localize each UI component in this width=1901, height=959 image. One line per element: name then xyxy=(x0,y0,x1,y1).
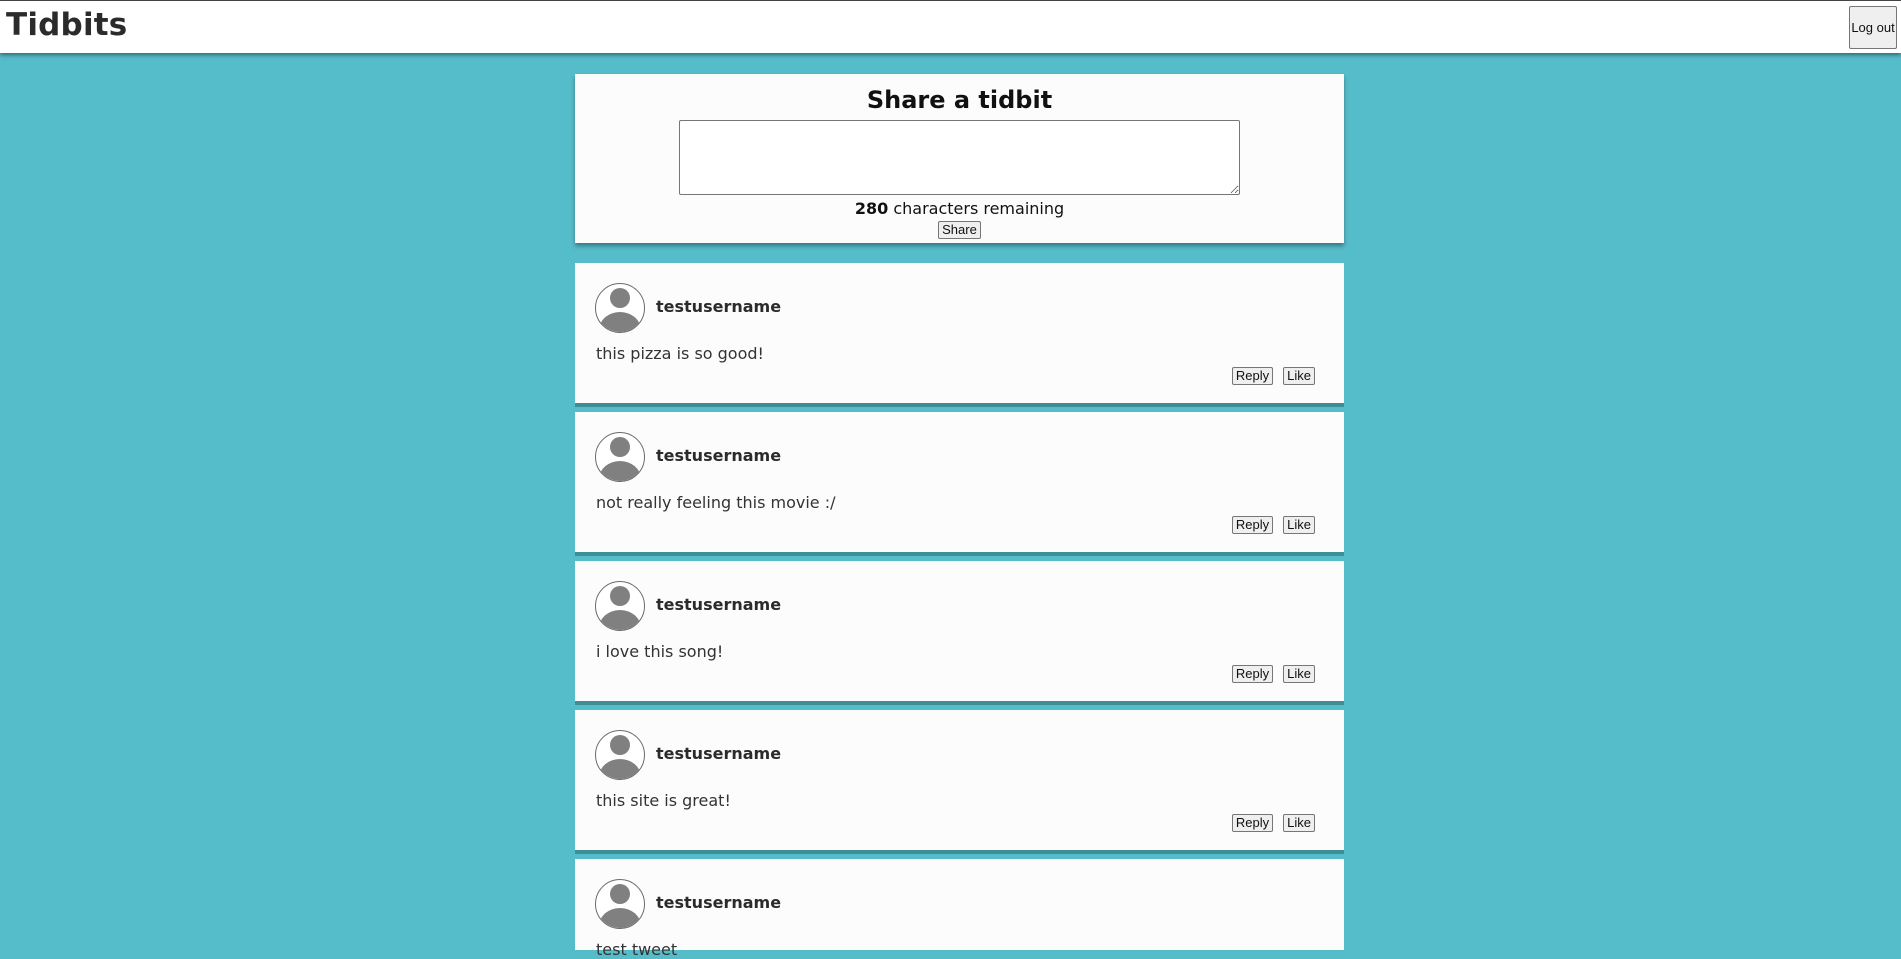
post-actions: Reply Like xyxy=(1231,367,1315,385)
post-text: not really feeling this movie :/ xyxy=(596,493,836,512)
user-avatar-icon xyxy=(595,879,645,929)
like-button[interactable]: Like xyxy=(1283,516,1315,534)
app-title: Tidbits xyxy=(6,7,128,43)
post-card: testusername test tweet xyxy=(575,859,1344,959)
user-avatar-icon xyxy=(595,432,645,482)
post-username[interactable]: testusername xyxy=(656,297,781,316)
post-username[interactable]: testusername xyxy=(656,446,781,465)
like-button[interactable]: Like xyxy=(1283,665,1315,683)
user-avatar-icon xyxy=(595,581,645,631)
post-text: this pizza is so good! xyxy=(596,344,764,363)
reply-button[interactable]: Reply xyxy=(1231,814,1274,832)
post-actions: Reply Like xyxy=(1231,814,1315,832)
top-nav-bar: Tidbits Log out xyxy=(0,0,1901,53)
remaining-count: 280 xyxy=(854,199,889,218)
reply-button[interactable]: Reply xyxy=(1231,367,1274,385)
user-avatar-icon xyxy=(595,730,645,780)
compose-title: Share a tidbit xyxy=(866,86,1053,114)
characters-remaining: 280 characters remaining xyxy=(575,199,1344,219)
like-button[interactable]: Like xyxy=(1283,814,1315,832)
post-actions: Reply Like xyxy=(1231,516,1315,534)
post-text: this site is great! xyxy=(596,791,731,810)
share-button[interactable]: Share xyxy=(938,221,981,239)
post-username[interactable]: testusername xyxy=(656,893,781,912)
post-text: i love this song! xyxy=(596,642,724,661)
reply-button[interactable]: Reply xyxy=(1231,516,1274,534)
post-card: testusername this pizza is so good! Repl… xyxy=(575,263,1344,407)
post-card: testusername not really feeling this mov… xyxy=(575,412,1344,556)
like-button[interactable]: Like xyxy=(1283,367,1315,385)
tidbit-input[interactable] xyxy=(679,120,1240,195)
user-avatar-icon xyxy=(595,283,645,333)
logout-button[interactable]: Log out xyxy=(1849,6,1897,49)
remaining-suffix: characters remaining xyxy=(888,199,1065,218)
post-card: testusername this site is great! Reply L… xyxy=(575,710,1344,854)
post-username[interactable]: testusername xyxy=(656,595,781,614)
post-username[interactable]: testusername xyxy=(656,744,781,763)
post-card: testusername i love this song! Reply Lik… xyxy=(575,561,1344,705)
post-actions: Reply Like xyxy=(1231,665,1315,683)
compose-card: Share a tidbit 280 characters remaining … xyxy=(575,74,1344,243)
reply-button[interactable]: Reply xyxy=(1231,665,1274,683)
